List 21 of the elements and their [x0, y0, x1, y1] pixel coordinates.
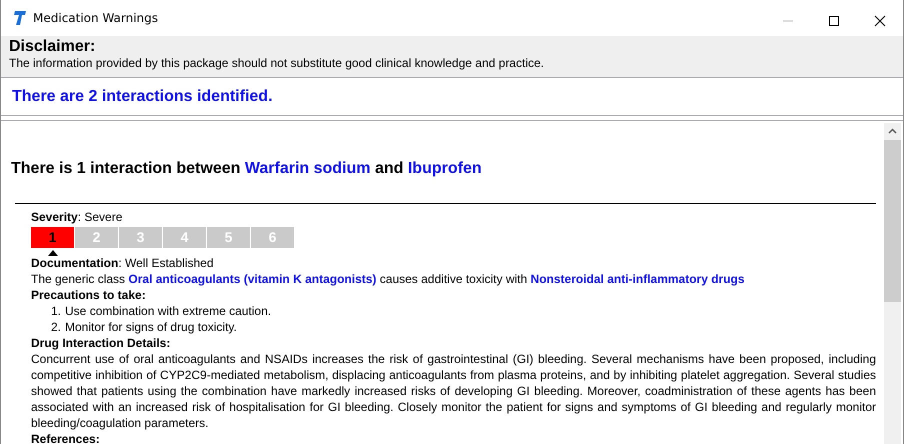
pointer-icon: [48, 250, 58, 256]
disclaimer-heading: Disclaimer:: [9, 38, 96, 56]
description-text: The generic class Oral anticoagulants (vitamin K antagonists) causes additive toxicity with Nonsteroidal anti-inflammatory drugs: [31, 271, 746, 287]
precautions-heading: Precautions to take:: [31, 287, 147, 303]
references-heading: References:: [31, 431, 101, 444]
precaution-text: Use combination with extreme caution.: [65, 304, 272, 318]
disclaimer-text: The information provided by this package should not substitute good clinical knowledge and practice.: [9, 56, 545, 71]
interaction-heading: There is 1 interaction between Warfarin sodium and Ibuprofen: [11, 159, 483, 179]
summary-text: There are 2 interactions identified.: [12, 88, 273, 106]
list-number: 1.: [51, 304, 62, 318]
scroll-thumb[interactable]: [884, 140, 901, 302]
details-heading: Drug Interaction Details:: [31, 335, 172, 351]
severity-text: Severity: Severe: [31, 209, 124, 225]
window-title: Medication Warnings: [33, 11, 158, 25]
app-logo-icon: [13, 10, 27, 26]
precaution-text: Monitor for signs of drug toxicity.: [65, 320, 237, 334]
details-text: Concurrent use of oral anticoagulants and NSAIDs increases the risk of gastrointestinal (GI) bleeding. Several mechanisms have been proposed, including competitive inhibition of CYP2C9-mediated metabolism, displacing anticoagulants from plasma proteins, and by inhibiting platelet aggregation. Several studies showed that patients using the combination have markedly increased risks of developing GI bleeding. Moreover, coadministration of these agents has been associated with an increased risk of hospitalisation for GI bleeding. Closely monitor the patient for signs and symptoms of GI bleeding and regularly monitor bleeding/coagulation parameters.: [31, 351, 876, 431]
list-number: 2.: [51, 320, 62, 334]
scrollbar[interactable]: [884, 123, 901, 444]
severity-level: 1: [31, 227, 75, 248]
documentation-text: Documentation: Well Established: [31, 255, 214, 271]
